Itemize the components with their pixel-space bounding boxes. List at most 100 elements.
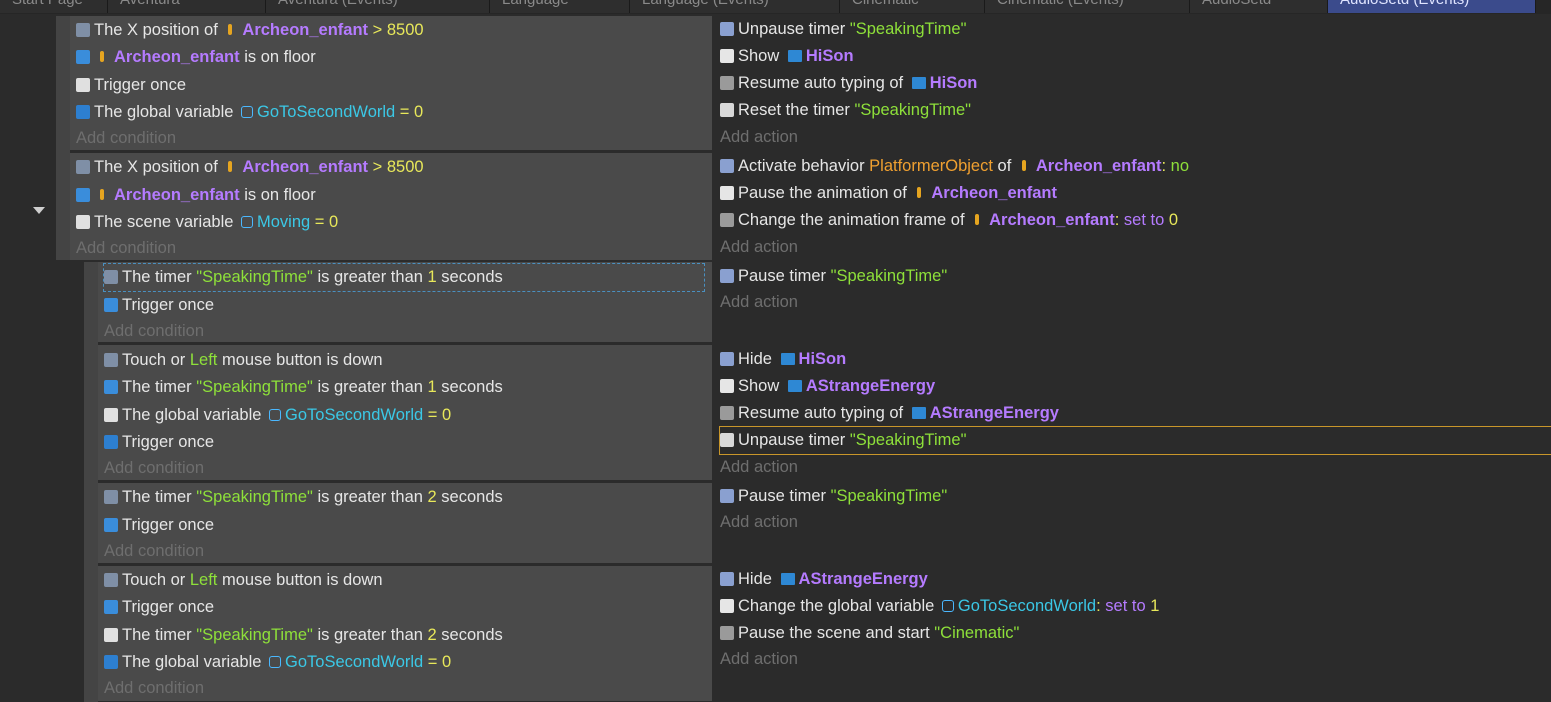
condition-icon: [720, 213, 734, 227]
object-name[interactable]: AStrangeEnergy: [930, 404, 1059, 422]
condition-row[interactable]: Touch or Left mouse button is down: [104, 567, 383, 594]
text-fragment: Pause timer: [738, 267, 831, 285]
condition-row[interactable]: The X position of Archeon_enfant > 8500: [76, 17, 424, 44]
action-row[interactable]: Unpause timer "SpeakingTime": [720, 16, 966, 43]
add-condition-button[interactable]: Add condition: [76, 125, 176, 152]
add-condition-button[interactable]: Add condition: [104, 318, 204, 345]
condition-row[interactable]: The timer "SpeakingTime" is greater than…: [104, 484, 503, 511]
text-fragment: 0: [1168, 211, 1179, 229]
object-name[interactable]: HiSon: [799, 350, 847, 368]
object-name[interactable]: Archeon_enfant: [1036, 157, 1162, 175]
object-name[interactable]: Archeon_enfant: [114, 186, 240, 204]
condition-row[interactable]: Trigger once: [76, 72, 186, 99]
condition-icon: [720, 269, 734, 283]
action-row[interactable]: Unpause timer "SpeakingTime": [719, 426, 1551, 455]
add-condition-button[interactable]: Add condition: [104, 675, 204, 702]
object-name[interactable]: Archeon_enfant: [242, 158, 368, 176]
object-name[interactable]: Archeon_enfant: [989, 211, 1115, 229]
action-row[interactable]: Activate behavior PlatformerObject of Ar…: [720, 153, 1189, 180]
text-fragment: =: [423, 406, 443, 424]
tab-7[interactable]: AudioSetd: [1190, 0, 1328, 13]
condition-row[interactable]: Trigger once: [104, 292, 214, 319]
object-name[interactable]: HiSon: [806, 47, 854, 65]
tab-2[interactable]: Aventura (Events): [266, 0, 490, 13]
action-row[interactable]: Change the animation frame of Archeon_en…: [720, 207, 1178, 234]
condition-row[interactable]: The global variable GoToSecondWorld = 0: [104, 649, 451, 676]
tab-5[interactable]: Cinematic: [840, 0, 985, 13]
condition-row[interactable]: The scene variable Moving = 0: [76, 209, 338, 236]
condition-row[interactable]: Trigger once: [104, 429, 214, 456]
condition-row[interactable]: The global variable GoToSecondWorld = 0: [76, 99, 423, 126]
action-row[interactable]: Show HiSon: [720, 43, 854, 70]
collapse-toggle-icon[interactable]: [33, 207, 45, 214]
action-row[interactable]: Hide AStrangeEnergy: [720, 566, 928, 593]
action-row[interactable]: Reset the timer "SpeakingTime": [720, 97, 971, 124]
condition-icon: [104, 408, 118, 422]
action-row[interactable]: Change the global variable GoToSecondWor…: [720, 593, 1159, 620]
object-name[interactable]: AStrangeEnergy: [806, 377, 935, 395]
action-row[interactable]: Pause the animation of Archeon_enfant: [720, 180, 1057, 207]
tab-4[interactable]: Language (Events): [630, 0, 840, 13]
text-fragment: "SpeakingTime": [196, 378, 313, 396]
text-fragment: Unpause timer: [738, 20, 850, 38]
condition-icon: [720, 626, 734, 640]
action-row[interactable]: Show AStrangeEnergy: [720, 373, 935, 400]
text-fragment: is greater than: [312, 488, 428, 506]
condition-row[interactable]: Touch or Left mouse button is down: [104, 347, 383, 374]
text-fragment: :: [1114, 211, 1124, 229]
add-action-button[interactable]: Add action: [720, 234, 798, 261]
variable-name[interactable]: GoToSecondWorld: [958, 597, 1096, 615]
object-name[interactable]: Archeon_enfant: [931, 184, 1057, 202]
condition-icon: [720, 159, 734, 173]
text-fragment: mouse button is down: [217, 571, 383, 589]
text-fragment: Pause timer: [738, 487, 831, 505]
condition-row[interactable]: The timer "SpeakingTime" is greater than…: [104, 622, 503, 649]
variable-name[interactable]: GoToSecondWorld: [257, 103, 395, 121]
add-condition-button[interactable]: Add condition: [104, 538, 204, 565]
action-row[interactable]: Pause timer "SpeakingTime": [720, 483, 947, 510]
text-fragment: Show: [738, 377, 784, 395]
text-fragment: Trigger once: [122, 598, 215, 616]
text-fragment: Hide: [738, 350, 777, 368]
action-row[interactable]: Pause timer "SpeakingTime": [720, 263, 947, 290]
add-action-button[interactable]: Add action: [720, 124, 798, 151]
tab-1[interactable]: Aventura: [108, 0, 266, 13]
action-row[interactable]: Pause the scene and start "Cinematic": [720, 620, 1019, 647]
condition-row[interactable]: The global variable GoToSecondWorld = 0: [104, 402, 451, 429]
condition-icon: [76, 160, 90, 174]
action-row[interactable]: Resume auto typing of AStrangeEnergy: [720, 400, 1059, 427]
add-condition-button[interactable]: Add condition: [104, 455, 204, 482]
add-action-button[interactable]: Add action: [720, 454, 798, 481]
object-name[interactable]: Archeon_enfant: [114, 48, 240, 66]
add-action-button[interactable]: Add action: [720, 646, 798, 673]
text-object-icon: [787, 50, 802, 62]
variable-name[interactable]: GoToSecondWorld: [285, 653, 423, 671]
add-action-button[interactable]: Add action: [720, 509, 798, 536]
text-fragment: 0: [442, 653, 452, 671]
condition-row[interactable]: Trigger once: [104, 594, 214, 621]
text-fragment: 0: [414, 103, 424, 121]
condition-row[interactable]: Archeon_enfant is on floor: [76, 182, 316, 209]
action-row[interactable]: Resume auto typing of HiSon: [720, 70, 977, 97]
tab-3[interactable]: Language: [490, 0, 630, 13]
tab-8[interactable]: AudioSetd (Events): [1328, 0, 1536, 13]
variable-name[interactable]: Moving: [257, 213, 310, 231]
condition-row[interactable]: The X position of Archeon_enfant > 8500: [76, 154, 424, 181]
add-condition-button[interactable]: Add condition: [76, 235, 176, 262]
action-row[interactable]: Hide HiSon: [720, 346, 846, 373]
condition-icon: [76, 23, 90, 37]
text-fragment: Change the global variable: [738, 597, 939, 615]
tab-0[interactable]: Start Page: [0, 0, 108, 13]
variable-icon: [269, 656, 282, 668]
condition-row[interactable]: The timer "SpeakingTime" is greater than…: [103, 263, 705, 292]
condition-row[interactable]: The timer "SpeakingTime" is greater than…: [104, 374, 503, 401]
text-fragment: set to: [1123, 211, 1169, 229]
add-action-button[interactable]: Add action: [720, 289, 798, 316]
object-name[interactable]: HiSon: [930, 74, 978, 92]
condition-row[interactable]: Archeon_enfant is on floor: [76, 44, 316, 71]
condition-row[interactable]: Trigger once: [104, 512, 214, 539]
variable-name[interactable]: GoToSecondWorld: [285, 406, 423, 424]
object-name[interactable]: Archeon_enfant: [242, 21, 368, 39]
object-name[interactable]: AStrangeEnergy: [799, 570, 928, 588]
tab-6[interactable]: Cinematic (Events): [985, 0, 1190, 13]
